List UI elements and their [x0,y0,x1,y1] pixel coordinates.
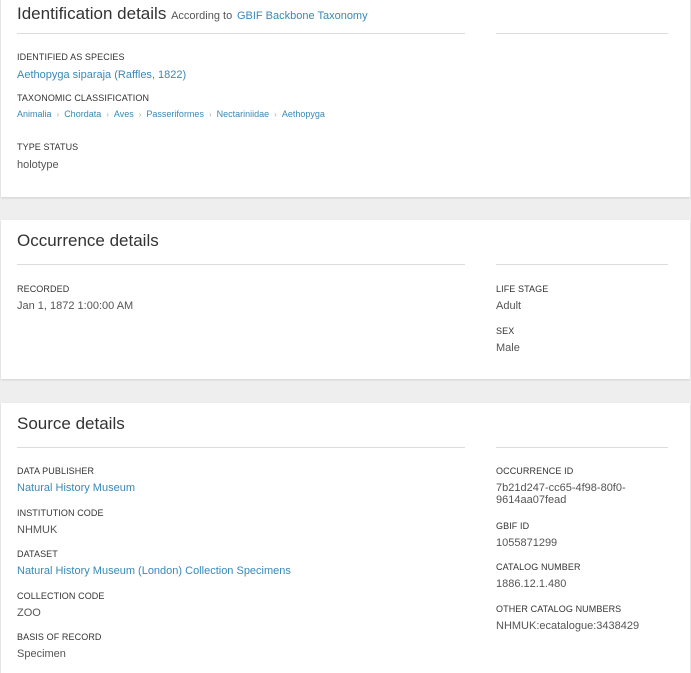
chevron-right-icon: › [274,109,277,119]
other-catalog-numbers-label: Other catalog numbers [496,604,622,614]
divider-left [17,33,465,34]
chevron-right-icon: › [208,109,212,119]
taxon-kingdom-link[interactable]: Animalia [17,109,52,119]
type-status-value: holotype [17,159,59,171]
occurrence-card: Occurrence details Recorded Jan 1, 1872 … [1,220,690,379]
life-stage-label: Life stage [496,284,549,294]
taxon-family-link[interactable]: Nectariniidae [217,109,270,119]
institution-code-label: Institution code [17,508,104,518]
recorded-value: Jan 1, 1872 1:00:00 AM [17,300,134,312]
chevron-right-icon: › [106,109,109,119]
occurrence-title: Occurrence details [17,231,159,250]
taxonomic-classification-label: Taxonomic classification [17,93,150,103]
divider-right [496,447,668,448]
source-card: Source details Data publisher Natural Hi… [1,403,690,673]
type-status-label: Type status [17,142,79,152]
chevron-right-icon: › [138,109,142,119]
gbif-id-value: 1055871299 [496,537,558,549]
taxon-genus-link[interactable]: Aethopyga [282,109,325,119]
taxon-phylum-link[interactable]: Chordata [64,109,101,119]
according-prefix: According to [171,10,233,22]
institution-code-value: NHMUK [17,524,58,536]
identified-as-label: Identified as species [17,52,125,62]
source-title: Source details [17,414,125,433]
other-catalog-numbers-value: NHMUK:ecatalogue:3438429 [496,620,640,632]
data-publisher-link[interactable]: Natural History Museum [17,482,135,494]
identification-title: Identification details According to GBIF… [17,4,368,24]
catalog-number-label: Catalog number [496,562,581,572]
collection-code-label: Collection code [17,591,105,601]
taxon-class-link[interactable]: Aves [114,109,134,119]
occurrence-id-label: Occurrence ID [496,466,574,476]
sex-label: Sex [496,326,515,336]
identified-as-link[interactable]: Aethopyga siparaja (Raffles, 1822) [17,69,186,81]
divider-left [17,447,465,448]
chevron-right-icon: › [56,109,60,119]
recorded-label: Recorded [17,284,70,294]
dataset-link[interactable]: Natural History Museum (London) Collecti… [17,565,291,577]
occurrence-id-value: 7b21d247-cc65-4f98-80f0-9614aa07fead [496,482,626,506]
basis-of-record-label: Basis of record [17,632,102,642]
identification-card: Identification details According to GBIF… [1,0,690,197]
gbif-id-label: GBIF ID [496,521,530,531]
life-stage-value: Adult [496,300,522,312]
collection-code-value: ZOO [17,607,41,619]
taxonomy-breadcrumb: Animalia › Chordata › Aves › Passeriform… [17,109,325,119]
divider-right [496,33,668,34]
data-publisher-label: Data publisher [17,466,95,476]
catalog-number-value: 1886.12.1.480 [496,578,567,590]
divider-left [17,264,465,265]
basis-of-record-value: Specimen [17,648,66,660]
identification-title-text: Identification details [17,4,167,23]
sex-value: Male [496,342,520,354]
dataset-label: Dataset [17,549,58,559]
divider-right [496,264,668,265]
taxon-order-link[interactable]: Passeriformes [146,109,204,119]
backbone-taxonomy-link[interactable]: GBIF Backbone Taxonomy [237,10,368,22]
